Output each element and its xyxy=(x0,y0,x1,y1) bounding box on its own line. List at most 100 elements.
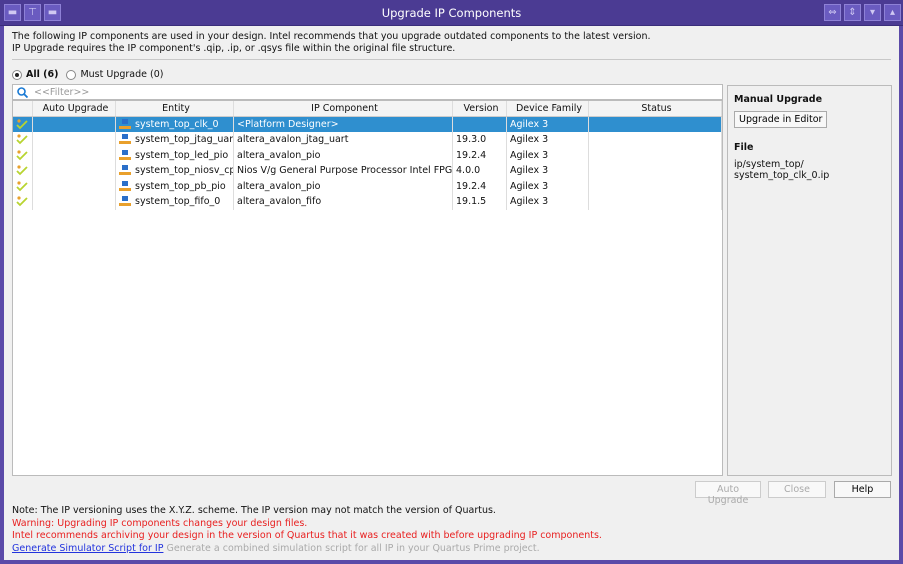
version-cell: 19.2.4 xyxy=(453,147,507,163)
generate-simulator-script-link[interactable]: Generate Simulator Script for IP xyxy=(12,543,163,554)
warning-text: Warning: Upgrading IP components changes… xyxy=(12,517,308,529)
entity-icon xyxy=(119,134,131,145)
version-cell: 4.0.0 xyxy=(453,163,507,179)
col-header[interactable]: Version xyxy=(453,101,507,116)
file-title: File xyxy=(734,142,754,153)
ip-component-cell: altera_avalon_jtag_uart xyxy=(234,132,453,148)
auto-upgrade-cell[interactable] xyxy=(33,132,116,148)
radio-all[interactable]: All (6) xyxy=(12,69,58,80)
entity-icon xyxy=(119,165,131,176)
upgrade-check-icon xyxy=(16,150,28,161)
entity-cell: system_top_pb_pio xyxy=(116,178,234,194)
intro-text: The following IP components are used in … xyxy=(12,31,651,55)
upgrade-check-icon xyxy=(16,196,28,207)
col-header[interactable] xyxy=(13,101,33,116)
col-header[interactable]: Entity xyxy=(116,101,234,116)
version-cell: 19.2.4 xyxy=(453,178,507,194)
entity-name: system_top_fifo_0 xyxy=(135,196,221,208)
entity-name: system_top_clk_0 xyxy=(135,118,219,130)
auto-upgrade-cell[interactable] xyxy=(33,178,116,194)
device-family-cell: Agilex 3 xyxy=(507,194,589,210)
status-text-cell xyxy=(589,194,722,210)
notes: Note: The IP versioning uses the X.Y.Z. … xyxy=(12,505,602,555)
intro-line: The following IP components are used in … xyxy=(12,31,651,42)
entity-cell: system_top_led_pio xyxy=(116,147,234,163)
filter-radios: All (6) Must Upgrade (0) xyxy=(12,69,163,80)
entity-icon xyxy=(119,180,131,192)
entity-cell: system_top_clk_0 xyxy=(116,116,234,132)
radio-indicator xyxy=(12,69,22,80)
table-row[interactable]: system_top_jtag_uart altera_avalon_jtag_… xyxy=(13,132,722,148)
filter-placeholder: <<Filter>> xyxy=(34,86,90,98)
version-cell: 19.1.5 xyxy=(453,194,507,210)
entity-name: system_top_pb_pio xyxy=(135,180,226,192)
entity-icon xyxy=(119,149,131,161)
status-cell xyxy=(13,194,33,210)
table-row[interactable]: system_top_led_pio altera_avalon_pio 19.… xyxy=(13,147,722,163)
help-button[interactable]: Help xyxy=(834,481,891,498)
title-bar: ▬ ⊤ ▬ Upgrade IP Components ⇔ ⇕ ▾ ▴ xyxy=(0,0,903,26)
close-button[interactable]: Close xyxy=(768,481,826,498)
auto-upgrade-cell[interactable] xyxy=(33,147,116,163)
ip-component-cell: altera_avalon_fifo xyxy=(234,194,453,210)
maximize-vertical-icon[interactable]: ⇕ xyxy=(844,4,861,21)
version-cell xyxy=(453,116,507,132)
device-family-cell: Agilex 3 xyxy=(507,163,589,179)
window-title: Upgrade IP Components xyxy=(381,6,522,20)
intro-line: IP Upgrade requires the IP component's .… xyxy=(12,43,456,54)
entity-cell: system_top_jtag_uart xyxy=(116,132,234,148)
minimize-icon[interactable]: ▾ xyxy=(864,4,881,21)
link-description: Generate a combined simulation script fo… xyxy=(166,542,540,554)
entity-icon xyxy=(119,118,131,130)
status-text-cell xyxy=(589,132,722,148)
ip-table: Auto Upgrade Entity IP Component Version… xyxy=(12,100,723,476)
ip-component-cell: altera_avalon_pio xyxy=(234,178,453,194)
maximize-icon[interactable]: ▴ xyxy=(884,4,901,21)
auto-upgrade-cell[interactable] xyxy=(33,116,116,132)
status-text-cell xyxy=(589,178,722,194)
status-text-cell xyxy=(589,147,722,163)
entity-name: system_top_jtag_uart xyxy=(135,134,234,146)
radio-must-upgrade[interactable]: Must Upgrade (0) xyxy=(66,69,163,80)
ip-component-cell: altera_avalon_pio xyxy=(234,147,453,163)
upgrade-check-icon xyxy=(16,181,28,192)
col-header[interactable]: Status xyxy=(589,101,722,116)
file-path: ip/system_top/ xyxy=(734,159,804,170)
auto-upgrade-cell[interactable] xyxy=(33,194,116,210)
file-path: system_top_clk_0.ip xyxy=(734,170,830,181)
table-row[interactable]: system_top_niosv_cpu Nios V/g General Pu… xyxy=(13,163,722,179)
col-header[interactable]: Auto Upgrade xyxy=(33,101,116,116)
radio-label: Must Upgrade (0) xyxy=(80,69,164,80)
upgrade-check-icon xyxy=(16,119,28,130)
manual-upgrade-title: Manual Upgrade xyxy=(734,94,823,105)
filter-input[interactable]: <<Filter>> xyxy=(12,84,723,100)
status-text-cell xyxy=(589,116,722,132)
version-cell: 19.3.0 xyxy=(453,132,507,148)
manual-upgrade-panel: Manual Upgrade Upgrade in Editor File ip… xyxy=(727,85,892,476)
table-row[interactable]: system_top_pb_pio altera_avalon_pio 19.2… xyxy=(13,178,722,194)
table-row[interactable]: system_top_fifo_0 altera_avalon_fifo 19.… xyxy=(13,194,722,210)
auto-upgrade-button[interactable]: Auto Upgrade xyxy=(695,481,761,506)
auto-upgrade-cell[interactable] xyxy=(33,163,116,179)
search-icon xyxy=(17,86,28,98)
status-cell xyxy=(13,163,33,179)
entity-name: system_top_niosv_cpu xyxy=(135,165,234,177)
upgrade-check-icon xyxy=(16,165,28,176)
entity-cell: system_top_fifo_0 xyxy=(116,194,234,210)
radio-label: All (6) xyxy=(26,69,59,80)
table-header: Auto Upgrade Entity IP Component Version… xyxy=(13,101,722,117)
status-cell xyxy=(13,147,33,163)
divider xyxy=(12,59,891,60)
col-header[interactable]: Device Family xyxy=(507,101,589,116)
table-row[interactable]: system_top_clk_0 <Platform Designer> Agi… xyxy=(13,116,722,132)
ip-component-cell: <Platform Designer> xyxy=(234,116,453,132)
device-family-cell: Agilex 3 xyxy=(507,147,589,163)
maximize-horizontal-icon[interactable]: ⇔ xyxy=(824,4,841,21)
ip-component-cell: Nios V/g General Purpose Processor Intel… xyxy=(234,163,453,179)
entity-icon xyxy=(119,196,131,207)
recommend-text: Intel recommends archiving your design i… xyxy=(12,530,602,542)
dialog-body: The following IP components are used in … xyxy=(4,26,899,560)
upgrade-in-editor-button[interactable]: Upgrade in Editor xyxy=(734,111,828,128)
device-family-cell: Agilex 3 xyxy=(507,116,589,132)
col-header[interactable]: IP Component xyxy=(234,101,453,116)
